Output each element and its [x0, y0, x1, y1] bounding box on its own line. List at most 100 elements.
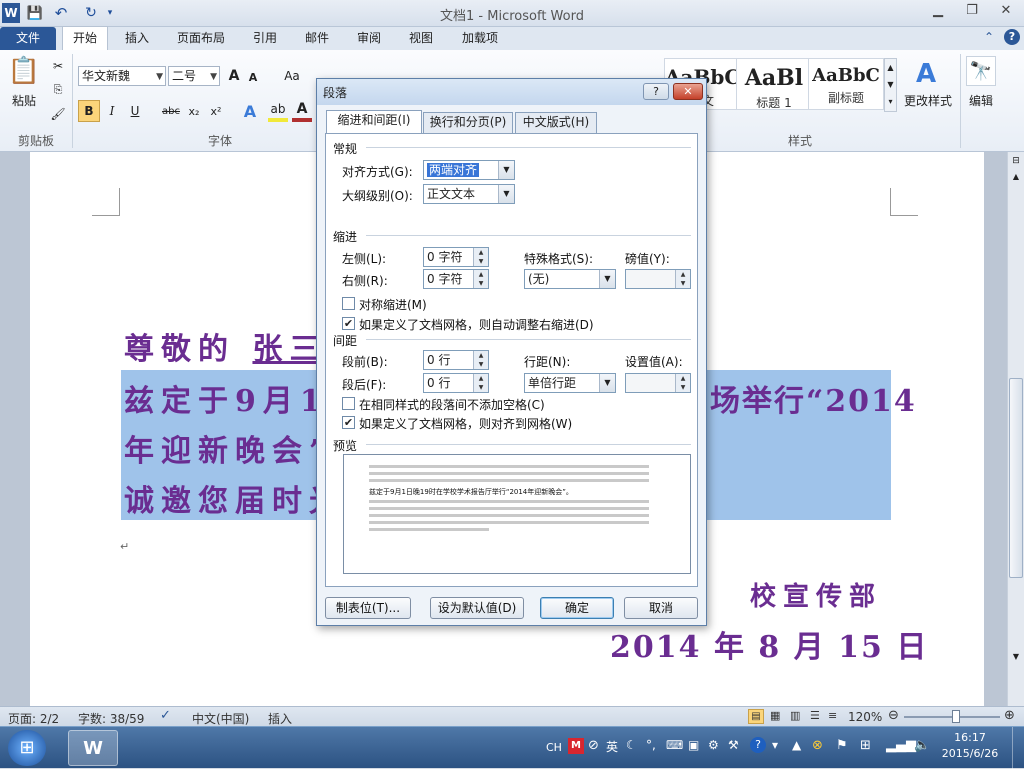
spin-down-icon[interactable]: ▼: [473, 279, 488, 288]
tray-icon[interactable]: ▣: [688, 738, 699, 752]
tab-page-layout[interactable]: 页面布局: [168, 27, 234, 50]
spacing-at-spinner[interactable]: ▲ ▼: [625, 373, 691, 393]
keyboard-icon[interactable]: ⌨: [666, 738, 683, 752]
tray-icon[interactable]: ⚒: [728, 738, 739, 752]
tab-line-page-breaks[interactable]: 换行和分页(P): [423, 112, 513, 133]
ribbon-collapse-icon[interactable]: ⌃: [984, 30, 994, 44]
tray-icon[interactable]: ⚙: [708, 738, 719, 752]
spin-down-icon[interactable]: ▼: [473, 360, 488, 369]
word-taskbar-icon[interactable]: W: [68, 730, 118, 766]
left-indent-spinner[interactable]: 0 字符 ▲ ▼: [423, 247, 489, 267]
language-indicator[interactable]: 中文(中国): [192, 710, 249, 727]
tab-indents-spacing[interactable]: 缩进和间距(I): [326, 110, 422, 134]
show-hidden-icons[interactable]: ▲: [792, 738, 801, 752]
space-before-spinner[interactable]: 0 行 ▲ ▼: [423, 350, 489, 370]
dialog-close-button[interactable]: ✕: [673, 83, 703, 100]
scroll-down-arrow[interactable]: ▼: [1010, 652, 1022, 664]
draft-view-icon[interactable]: ≡: [828, 709, 837, 722]
highlight-icon[interactable]: ab: [268, 100, 288, 122]
superscript-button[interactable]: x²: [206, 100, 226, 122]
tab-view[interactable]: 视图: [398, 27, 444, 50]
page-count[interactable]: 页面: 2/2: [8, 710, 59, 727]
spin-up-icon[interactable]: ▲: [675, 270, 690, 279]
word-count[interactable]: 字数: 38/59: [78, 710, 144, 727]
vertical-scrollbar[interactable]: ⊟ ▲ ▼: [1007, 152, 1024, 706]
show-desktop-button[interactable]: [1012, 727, 1024, 769]
help-icon[interactable]: ?: [1004, 29, 1020, 45]
mirror-indent-checkbox[interactable]: [342, 297, 355, 310]
tab-insert[interactable]: 插入: [114, 27, 160, 50]
input-language-indicator[interactable]: CH: [546, 741, 562, 754]
style-heading1[interactable]: AaBl 标题 1: [736, 58, 812, 110]
dialog-help-button[interactable]: ?: [643, 83, 669, 100]
spin-up-icon[interactable]: ▲: [473, 248, 488, 257]
edit-button[interactable]: 编辑: [962, 92, 1000, 108]
flag-icon[interactable]: ⚑: [836, 738, 848, 753]
tab-addins[interactable]: 加载项: [452, 27, 508, 50]
close-window-button[interactable]: ✕: [986, 0, 1024, 22]
tab-review[interactable]: 审阅: [346, 27, 392, 50]
font-name-combo[interactable]: 华文新魏 ▼: [78, 66, 166, 86]
subscript-button[interactable]: x₂: [184, 100, 204, 122]
no-space-same-style-checkbox[interactable]: [342, 397, 355, 410]
paste-button[interactable]: 粘贴: [6, 92, 42, 108]
style-subtitle[interactable]: AaBbC 副标题: [808, 58, 884, 110]
spin-up-icon[interactable]: ▲: [473, 270, 488, 279]
action-center-icon[interactable]: ⊞: [860, 738, 871, 753]
tray-icon[interactable]: 英: [606, 738, 618, 755]
full-screen-icon[interactable]: ▦: [770, 709, 780, 722]
tab-asian-typography[interactable]: 中文版式(H): [515, 112, 597, 133]
font-color-icon[interactable]: A: [292, 100, 312, 122]
right-indent-spinner[interactable]: 0 字符 ▲ ▼: [423, 269, 489, 289]
scroll-up-arrow[interactable]: ▲: [1010, 172, 1022, 184]
spin-down-icon[interactable]: ▼: [675, 279, 690, 288]
web-layout-icon[interactable]: ▥: [790, 709, 800, 722]
zoom-in-icon[interactable]: ⊕: [1004, 708, 1015, 723]
start-button[interactable]: ⊞: [8, 730, 46, 766]
tab-file[interactable]: 文件: [0, 27, 56, 50]
line-spacing-select[interactable]: 单倍行距 ▼: [524, 373, 616, 393]
security-icon[interactable]: ⊗: [812, 738, 823, 753]
indent-by-spinner[interactable]: ▲ ▼: [625, 269, 691, 289]
clock-date[interactable]: 2015/6/26: [936, 747, 1004, 760]
spin-down-icon[interactable]: ▼: [473, 257, 488, 266]
grow-font-button[interactable]: A: [226, 66, 242, 86]
text-effects-icon[interactable]: A: [240, 100, 260, 122]
styles-scroll[interactable]: ▲ ▼ ▾: [884, 58, 897, 112]
find-binoculars-icon[interactable]: 🔭: [966, 56, 996, 86]
tray-icon[interactable]: ⊘: [588, 738, 599, 753]
insert-mode[interactable]: 插入: [268, 710, 292, 727]
special-indent-select[interactable]: (无) ▼: [524, 269, 616, 289]
zoom-level[interactable]: 120%: [848, 710, 882, 724]
shrink-font-button[interactable]: A: [246, 68, 260, 86]
italic-button[interactable]: I: [102, 100, 122, 122]
spin-up-icon[interactable]: ▲: [473, 351, 488, 360]
print-layout-icon[interactable]: ▤: [748, 709, 764, 724]
change-styles-icon[interactable]: A: [906, 58, 946, 90]
spin-up-icon[interactable]: ▲: [675, 374, 690, 383]
tray-icon[interactable]: °,: [646, 738, 656, 752]
ok-button[interactable]: 确定: [540, 597, 614, 619]
outline-level-select[interactable]: 正文文本 ▼: [423, 184, 515, 204]
spin-down-icon[interactable]: ▼: [675, 383, 690, 392]
zoom-out-icon[interactable]: ⊖: [888, 708, 899, 723]
spin-down-icon[interactable]: ▼: [473, 383, 488, 392]
snap-to-grid-checkbox[interactable]: ✔: [342, 416, 355, 429]
underline-button[interactable]: U: [124, 100, 146, 122]
tab-mailings[interactable]: 邮件: [294, 27, 340, 50]
strikethrough-button[interactable]: abc: [160, 100, 182, 122]
paste-icon[interactable]: 📋: [8, 54, 40, 88]
tab-references[interactable]: 引用: [242, 27, 288, 50]
cut-icon[interactable]: ✂: [50, 58, 66, 74]
alignment-select[interactable]: 两端对齐 ▼: [423, 160, 515, 180]
zoom-slider-thumb[interactable]: [952, 710, 960, 723]
change-styles-button[interactable]: 更改样式: [900, 92, 956, 108]
tabs-button[interactable]: 制表位(T)...: [325, 597, 411, 619]
tray-icon[interactable]: ☾: [626, 738, 637, 752]
proofing-icon[interactable]: ✓: [160, 708, 171, 723]
format-painter-icon[interactable]: 🖌: [50, 106, 66, 122]
ruler-toggle-icon[interactable]: ⊟: [1010, 156, 1022, 168]
spin-up-icon[interactable]: ▲: [473, 374, 488, 383]
outline-view-icon[interactable]: ☰: [810, 709, 820, 722]
copy-icon[interactable]: ⎘: [50, 82, 66, 98]
